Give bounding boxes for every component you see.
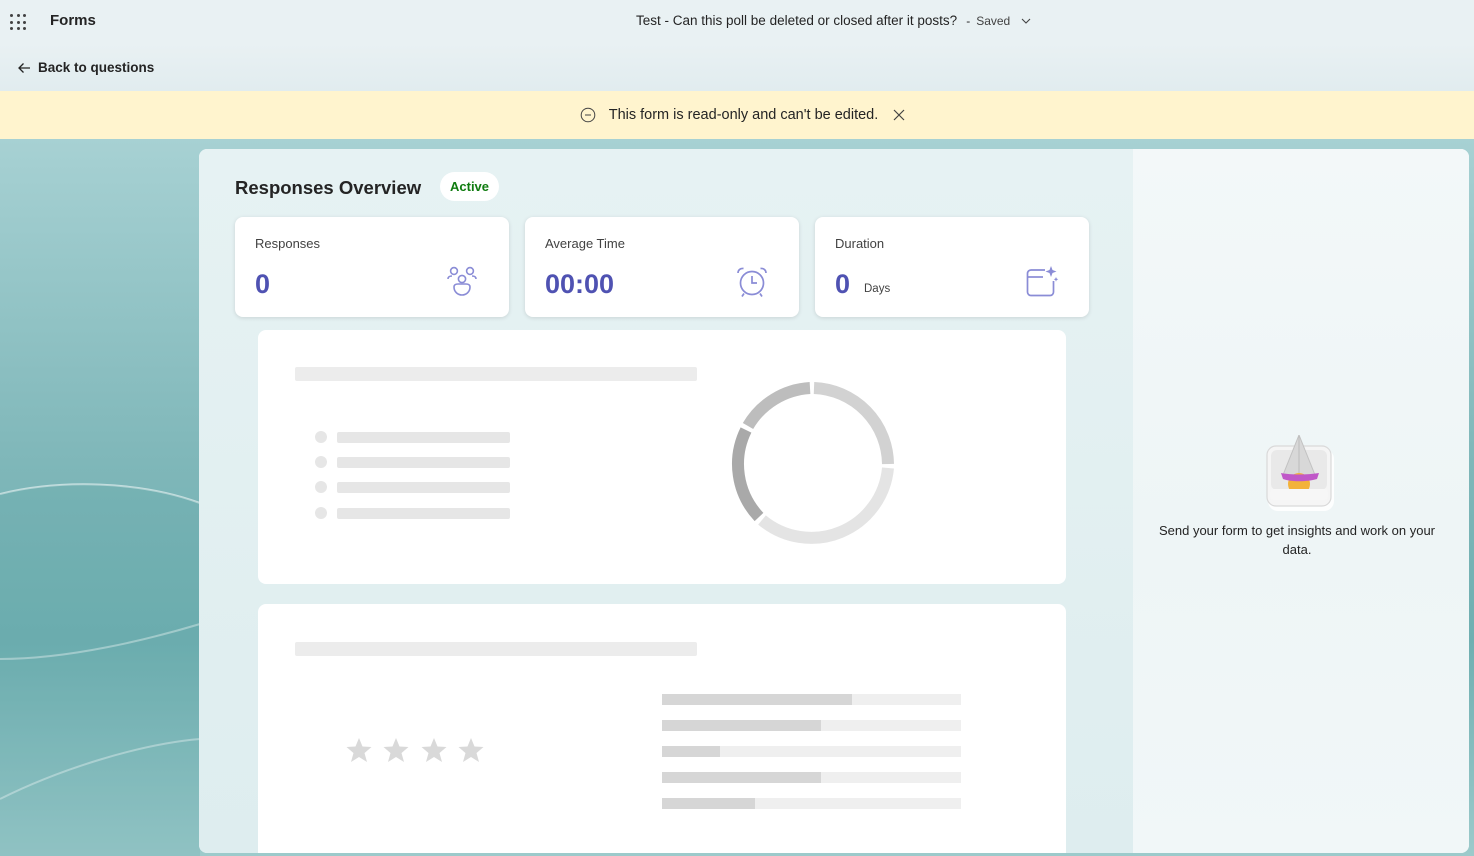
placeholder-rating-card xyxy=(258,604,1066,853)
top-bar: Forms Test - Can this poll be deleted or… xyxy=(0,0,1474,44)
calendar-sparkle-icon xyxy=(1026,266,1059,297)
stat-value: 0 xyxy=(835,269,851,299)
stat-card-duration: Duration 0 Days xyxy=(815,217,1089,317)
stat-card-average-time: Average Time 00:00 xyxy=(525,217,799,317)
minus-circle-icon xyxy=(580,107,596,123)
banner-message: This form is read-only and can't be edit… xyxy=(608,107,879,123)
status-badge: Active xyxy=(440,172,500,201)
page-title: Responses Overview xyxy=(235,177,422,198)
stat-label: Duration xyxy=(835,236,885,251)
arrow-left-icon xyxy=(18,62,30,73)
paper-plane-inbox-icon xyxy=(1266,435,1334,511)
insights-panel: Send your form to get insights and work … xyxy=(1133,149,1469,853)
stat-value: 0 xyxy=(255,269,271,299)
stat-card-responses: Responses 0 xyxy=(235,217,509,317)
back-to-questions-button[interactable]: Back to questions xyxy=(17,60,154,75)
placeholder-rating-skeleton xyxy=(295,642,961,809)
close-icon[interactable] xyxy=(892,108,906,122)
title-separator: - xyxy=(966,13,971,28)
main-panel: Responses Overview Active Responses 0 Av… xyxy=(199,149,1469,853)
app-name[interactable]: Forms xyxy=(50,12,96,29)
form-title[interactable]: Test - Can this poll be deleted or close… xyxy=(636,13,957,28)
alarm-clock-icon xyxy=(737,267,767,297)
app-launcher-icon[interactable] xyxy=(10,14,26,30)
people-icon xyxy=(447,266,477,296)
placeholder-donut-skeleton xyxy=(295,367,894,544)
stat-label: Average Time xyxy=(545,236,625,251)
stat-unit: Days xyxy=(864,283,891,295)
read-only-banner: This form is read-only and can't be edit… xyxy=(0,91,1474,139)
chevron-down-icon[interactable] xyxy=(1020,15,1032,27)
empty-state-message: Send your form to get insights and work … xyxy=(1158,523,1436,557)
stat-label: Responses xyxy=(255,236,321,251)
overview-section: Responses Overview Active Responses 0 Av… xyxy=(199,149,1133,853)
stat-value: 00:00 xyxy=(545,269,615,299)
save-status: Saved xyxy=(976,13,1011,28)
placeholder-chart-card xyxy=(258,330,1066,584)
back-label: Back to questions xyxy=(38,60,155,75)
form-title-area[interactable]: Test - Can this poll be deleted or close… xyxy=(636,13,1032,28)
back-row: Back to questions xyxy=(0,44,1474,91)
